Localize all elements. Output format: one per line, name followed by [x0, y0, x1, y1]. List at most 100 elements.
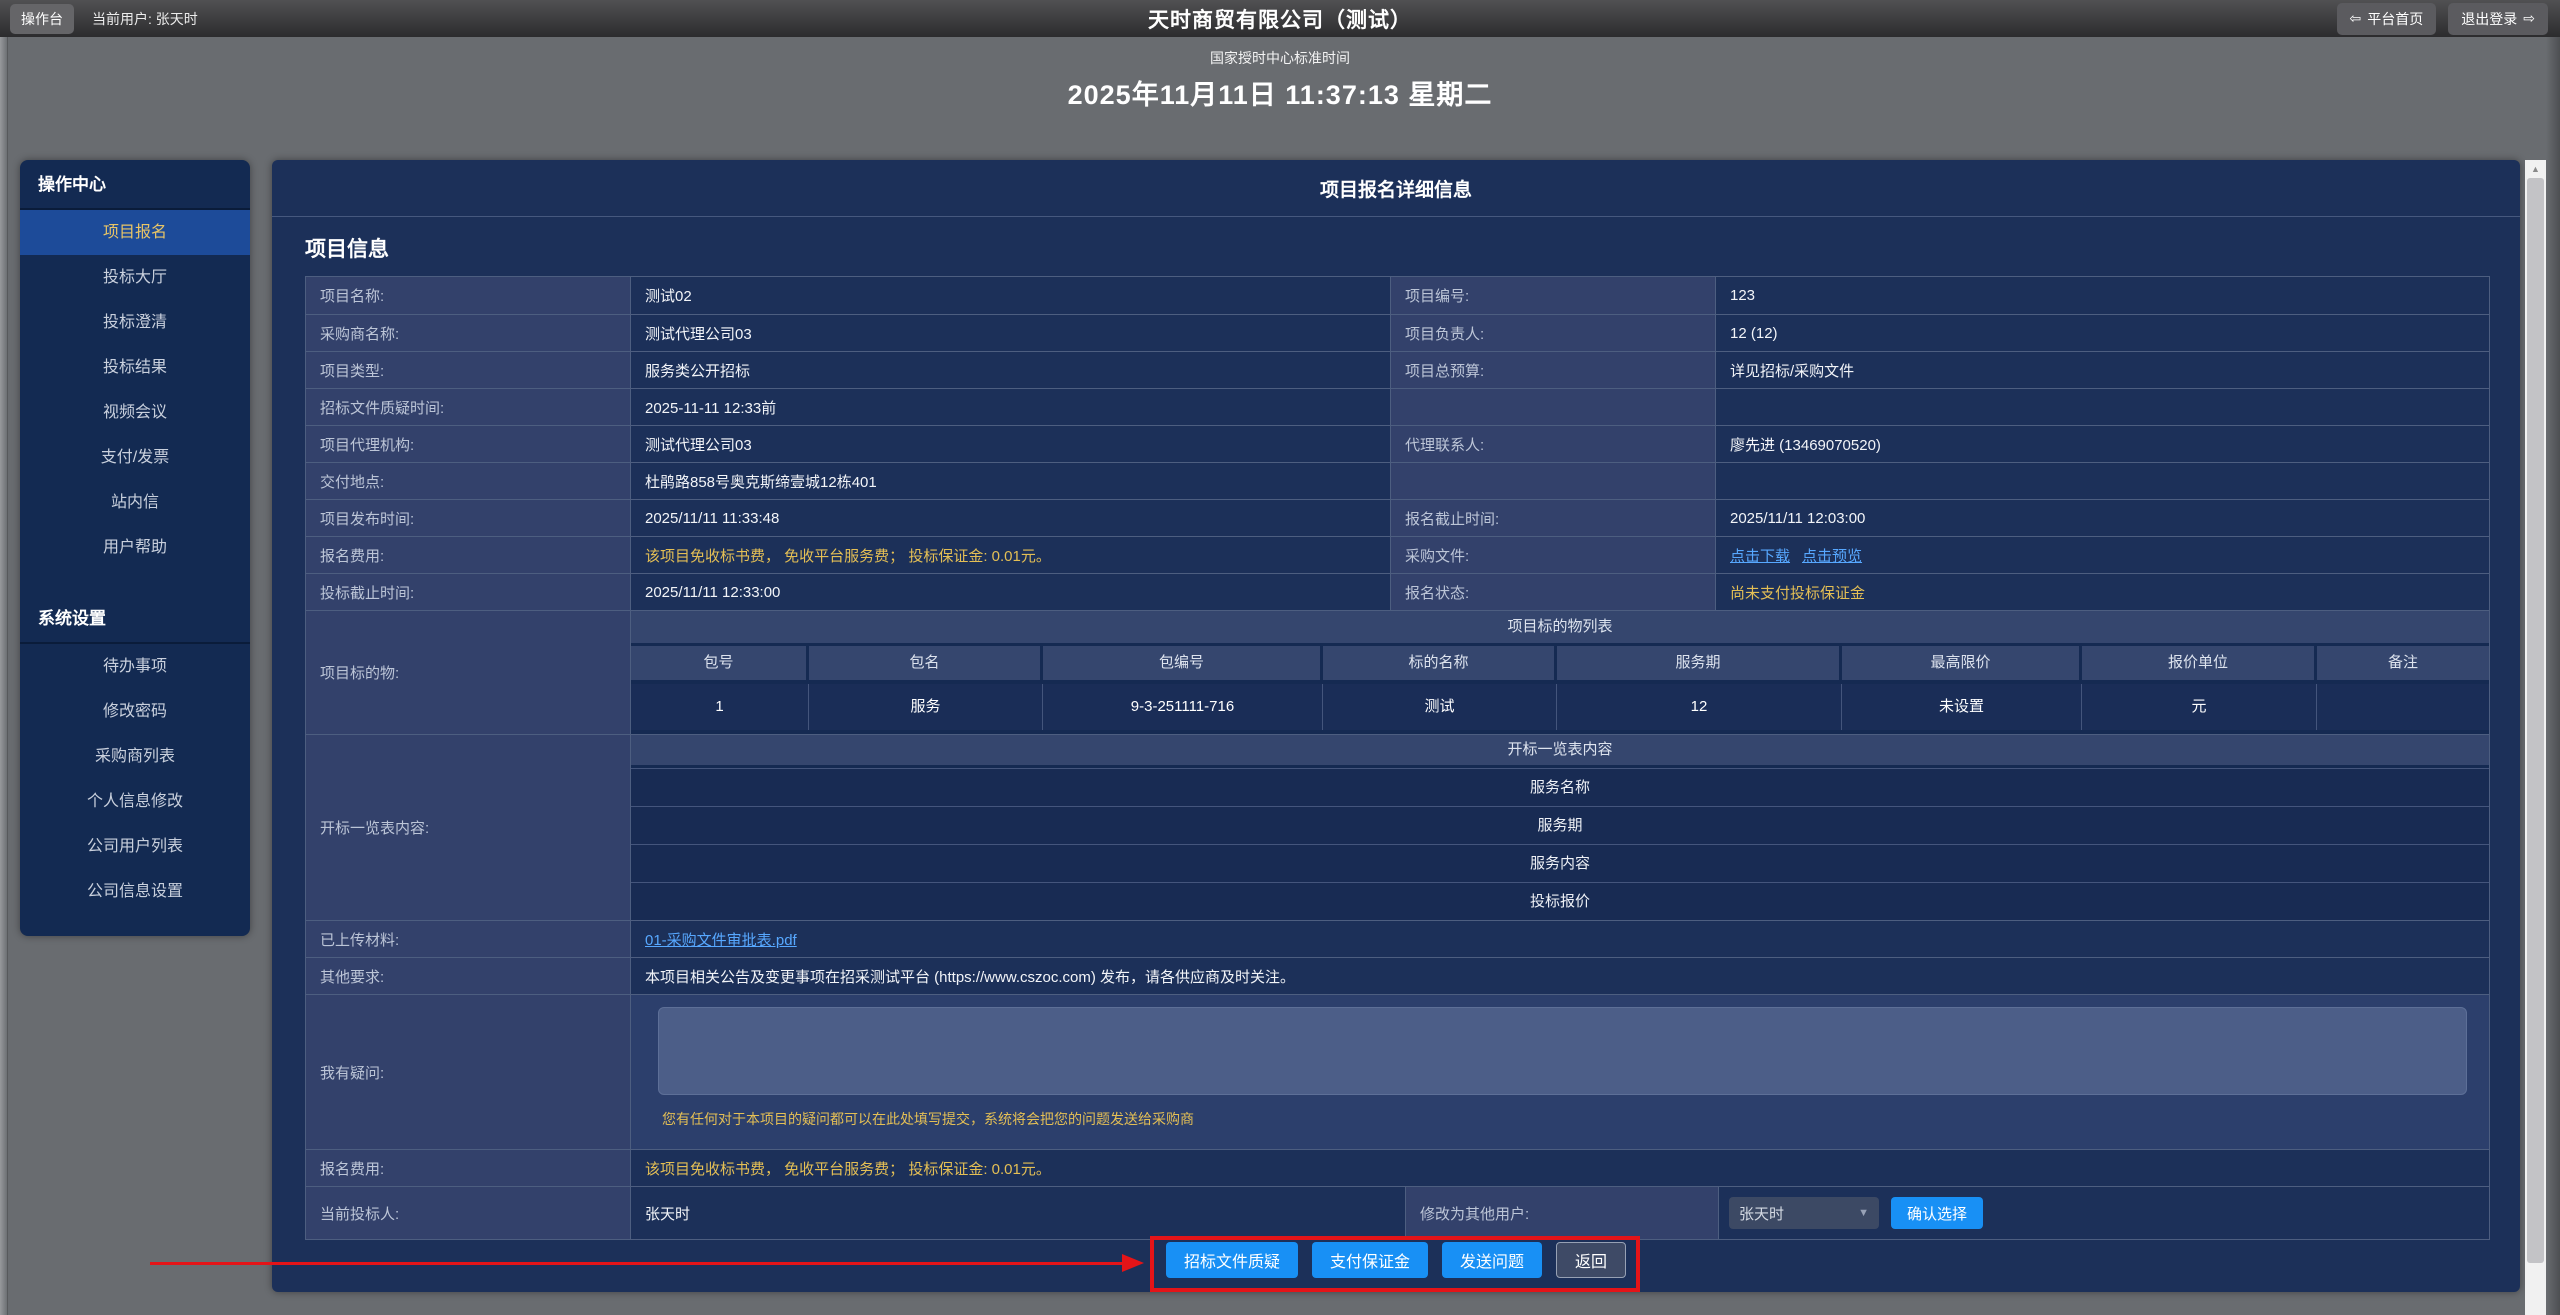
- table-row: 交付地点: 杜鹃路858号奥克斯缔壹城12栋401: [306, 462, 2489, 499]
- sidebar-item-bid-clarification[interactable]: 投标澄清: [20, 300, 250, 345]
- bid-opening-row-bid-price: 投标报价: [631, 882, 2489, 920]
- table-row: 报名费用: 该项目免收标书费， 免收平台服务费； 投标保证金: 0.01元。: [306, 1149, 2489, 1186]
- change-user-controls: 张天时 ▼ 确认选择: [1719, 1187, 2489, 1239]
- subject-header-package-code: 包编号: [1043, 646, 1323, 680]
- publish-time-value: 2025/11/11 11:33:48: [631, 500, 1391, 536]
- other-req-value: 本项目相关公告及变更事项在招采测试平台 (https://www.cszoc.c…: [631, 958, 2489, 994]
- current-bidder-label: 当前投标人:: [306, 1187, 631, 1239]
- console-button[interactable]: 操作台: [10, 4, 74, 34]
- sidebar-item-profile-edit[interactable]: 个人信息修改: [20, 779, 250, 824]
- sidebar-item-purchaser-list[interactable]: 采购商列表: [20, 734, 250, 779]
- project-name-value: 测试02: [631, 277, 1391, 314]
- table-row: 项目发布时间: 2025/11/11 11:33:48 报名截止时间: 2025…: [306, 499, 2489, 536]
- table-row: 项目代理机构: 测试代理公司03 代理联系人: 廖先进 (13469070520…: [306, 425, 2489, 462]
- budget-value: 详见招标/采购文件: [1716, 352, 2489, 388]
- sidebar-item-payment-invoice[interactable]: 支付/发票: [20, 435, 250, 480]
- agency-value: 测试代理公司03: [631, 426, 1391, 462]
- bid-opening-caption: 开标一览表内容: [631, 735, 2489, 765]
- signup-status-value: 尚未支付投标保证金: [1716, 574, 2489, 610]
- budget-label: 项目总预算:: [1391, 352, 1716, 388]
- back-button[interactable]: 返回: [1556, 1242, 1626, 1278]
- purchaser-label: 采购商名称:: [306, 315, 631, 351]
- platform-home-label: 平台首页: [2367, 9, 2423, 29]
- send-question-button[interactable]: 发送问题: [1442, 1242, 1542, 1278]
- project-type-value: 服务类公开招标: [631, 352, 1391, 388]
- signup-deadline-value: 2025/11/11 12:03:00: [1716, 500, 2489, 536]
- sidebar-item-change-password[interactable]: 修改密码: [20, 689, 250, 734]
- download-link[interactable]: 点击下载: [1730, 545, 1790, 566]
- page-right-edge: [2546, 37, 2560, 1315]
- sidebar-section-operation-center: 操作中心: [20, 160, 250, 210]
- subject-header-subject-name: 标的名称: [1323, 646, 1557, 680]
- user-select-value: 张天时: [1739, 1203, 1784, 1224]
- table-row: 已上传材料: 01-采购文件审批表.pdf: [306, 920, 2489, 957]
- subject-table-data-row: 1 服务 9-3-251111-716 测试 12 未设置 元: [631, 680, 2489, 730]
- table-row: 项目类型: 服务类公开招标 项目总预算: 详见招标/采购文件: [306, 351, 2489, 388]
- page-title: 项目报名详细信息: [272, 160, 2520, 217]
- bid-opening-table: 开标一览表内容 服务名称 服务期 服务内容 投标报价: [631, 735, 2489, 920]
- subject-cell-package-name: 服务: [809, 684, 1043, 730]
- subject-cell-subject-name: 测试: [1323, 684, 1557, 730]
- project-type-label: 项目类型:: [306, 352, 631, 388]
- bid-opening-row-service-content: 服务内容: [631, 844, 2489, 882]
- table-row: 其他要求: 本项目相关公告及变更事项在招采测试平台 (https://www.c…: [306, 957, 2489, 994]
- subject-cell-service-period: 12: [1557, 684, 1842, 730]
- scrollbar-up-arrow-icon[interactable]: ▲: [2525, 160, 2546, 178]
- sidebar-item-company-settings[interactable]: 公司信息设置: [20, 869, 250, 914]
- signup-status-label: 报名状态:: [1391, 574, 1716, 610]
- sidebar-item-company-users[interactable]: 公司用户列表: [20, 824, 250, 869]
- preview-link[interactable]: 点击预览: [1802, 545, 1862, 566]
- subject-cell-price-unit: 元: [2082, 684, 2317, 730]
- chevron-down-icon: ▼: [1858, 1207, 1869, 1219]
- signup-deadline-label: 报名截止时间:: [1391, 500, 1716, 536]
- sidebar: 操作中心 项目报名 投标大厅 投标澄清 投标结果 视频会议 支付/发票 站内信 …: [20, 160, 250, 936]
- empty-value-cell: [1716, 389, 2489, 425]
- leader-label: 项目负责人:: [1391, 315, 1716, 351]
- action-button-bar: 招标文件质疑 支付保证金 发送问题 返回: [272, 1242, 2520, 1278]
- topbar-actions: ⇦ 平台首页 退出登录 ⇨: [2337, 3, 2548, 35]
- section-title-project-info: 项目信息: [305, 233, 2520, 263]
- subject-header-remark: 备注: [2317, 646, 2489, 680]
- question-textarea[interactable]: [658, 1007, 2467, 1095]
- leader-value: 12 (12): [1716, 315, 2489, 351]
- delivery-place-label: 交付地点:: [306, 463, 631, 499]
- time-datetime: 2025年11月11日 11:37:13 星期二: [0, 73, 2560, 112]
- subject-header-max-price: 最高限价: [1842, 646, 2082, 680]
- sidebar-item-bid-results[interactable]: 投标结果: [20, 345, 250, 390]
- table-row: 项目名称: 测试02 项目编号: 123: [306, 277, 2489, 314]
- table-row-bid-opening: 开标一览表内容: 开标一览表内容 服务名称 服务期 服务内容 投标报价: [306, 734, 2489, 920]
- materials-label: 已上传材料:: [306, 921, 631, 957]
- vertical-scrollbar[interactable]: ▲: [2525, 160, 2546, 1315]
- subject-header-package-name: 包名: [809, 646, 1043, 680]
- subject-header-price-unit: 报价单位: [2082, 646, 2317, 680]
- logout-button[interactable]: 退出登录 ⇨: [2448, 3, 2548, 35]
- uploaded-file-link[interactable]: 01-采购文件审批表.pdf: [645, 929, 797, 950]
- procurement-doc-links: 点击下载 点击预览: [1716, 537, 2489, 573]
- table-row-subject-matter: 项目标的物: 项目标的物列表 包号 包名 包编号 标的名称 服务期 最高限价 报…: [306, 610, 2489, 734]
- agency-contact-value: 廖先进 (13469070520): [1716, 426, 2489, 462]
- user-select-dropdown[interactable]: 张天时 ▼: [1729, 1197, 1879, 1229]
- platform-home-button[interactable]: ⇦ 平台首页: [2337, 3, 2437, 35]
- project-no-label: 项目编号:: [1391, 277, 1716, 314]
- subject-matter-label: 项目标的物:: [306, 611, 631, 734]
- scrollbar-thumb[interactable]: [2527, 178, 2544, 1263]
- purchaser-value: 测试代理公司03: [631, 315, 1391, 351]
- procurement-doc-label: 采购文件:: [1391, 537, 1716, 573]
- challenge-doc-button[interactable]: 招标文件质疑: [1166, 1242, 1298, 1278]
- subject-cell-max-price: 未设置: [1842, 684, 2082, 730]
- sidebar-item-user-help[interactable]: 用户帮助: [20, 525, 250, 570]
- pay-deposit-button[interactable]: 支付保证金: [1312, 1242, 1428, 1278]
- empty-label-cell: [1391, 463, 1716, 499]
- subject-table-caption: 项目标的物列表: [631, 611, 2489, 643]
- empty-label-cell: [1391, 389, 1716, 425]
- sidebar-item-video-meeting[interactable]: 视频会议: [20, 390, 250, 435]
- bid-opening-row-service-name: 服务名称: [631, 768, 2489, 806]
- sidebar-item-project-signup[interactable]: 项目报名: [20, 210, 250, 255]
- sidebar-item-site-mail[interactable]: 站内信: [20, 480, 250, 525]
- confirm-select-button[interactable]: 确认选择: [1891, 1197, 1983, 1229]
- sidebar-section-system-settings: 系统设置: [20, 594, 250, 644]
- table-row: 投标截止时间: 2025/11/11 12:33:00 报名状态: 尚未支付投标…: [306, 573, 2489, 610]
- sidebar-item-bidding-hall[interactable]: 投标大厅: [20, 255, 250, 300]
- sidebar-item-todo[interactable]: 待办事项: [20, 644, 250, 689]
- project-name-label: 项目名称:: [306, 277, 631, 314]
